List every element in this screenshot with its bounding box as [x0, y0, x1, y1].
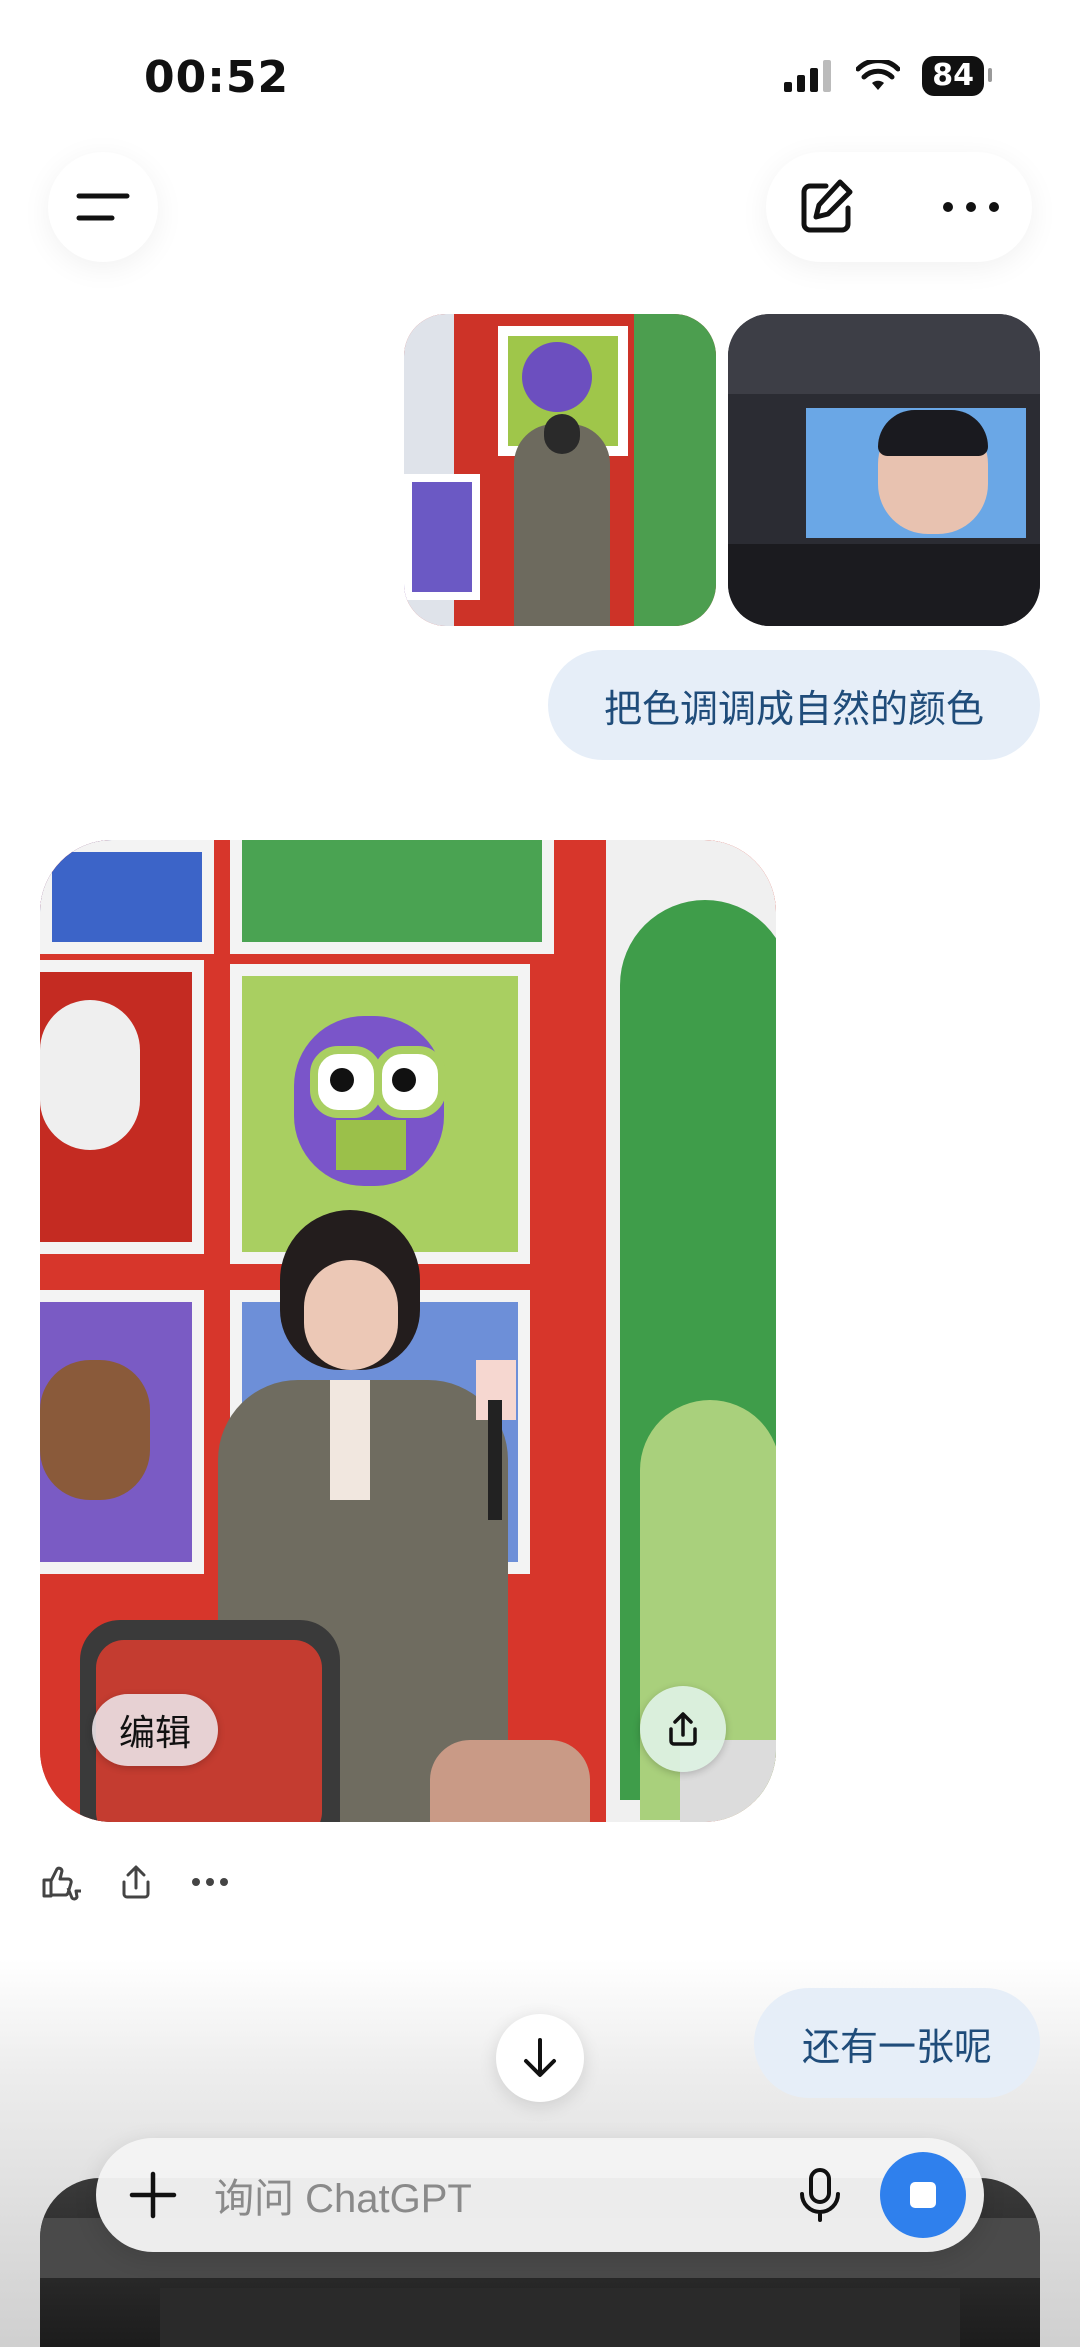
- new-chat-button[interactable]: [796, 176, 858, 238]
- status-icons: 84: [784, 56, 992, 96]
- feedback-button[interactable]: [38, 1858, 86, 1906]
- stop-generation-button[interactable]: [880, 2152, 966, 2238]
- arrow-down-icon: [524, 2038, 556, 2077]
- share-icon: [669, 1712, 697, 1746]
- mic-icon: [800, 2168, 840, 2222]
- uploaded-image-1[interactable]: [404, 314, 716, 626]
- stop-icon: [910, 2182, 936, 2208]
- status-time: 00:52: [144, 52, 290, 103]
- user-message-bubble: 还有一张呢: [754, 1988, 1040, 2098]
- menu-icon: [76, 193, 130, 221]
- battery-indicator: 84: [922, 56, 992, 96]
- more-options-button[interactable]: [938, 188, 1004, 226]
- share-response-button[interactable]: [112, 1858, 160, 1906]
- edit-image-button[interactable]: 编辑: [92, 1694, 218, 1766]
- scroll-down-button[interactable]: [496, 2014, 584, 2102]
- thumbs-icon: [42, 1866, 81, 1901]
- more-icon: [943, 202, 999, 212]
- signal-icon: [784, 60, 832, 92]
- composer-bar: 询问 ChatGPT: [96, 2138, 984, 2252]
- user-message-bubble: 把色调调成自然的颜色: [548, 650, 1040, 760]
- share-image-button[interactable]: [640, 1686, 726, 1772]
- uploaded-image-2[interactable]: [728, 314, 1040, 626]
- voice-input-button[interactable]: [796, 2166, 844, 2224]
- more-icon: [192, 1878, 228, 1886]
- message-input[interactable]: 询问 ChatGPT: [214, 2166, 472, 2224]
- top-actions: [766, 152, 1032, 262]
- wifi-icon: [856, 60, 901, 90]
- generated-image[interactable]: [40, 840, 776, 1822]
- compose-icon: [801, 179, 853, 233]
- plus-icon: [129, 2171, 177, 2219]
- add-attachment-button[interactable]: [126, 2168, 180, 2222]
- response-more-button[interactable]: [186, 1858, 234, 1906]
- menu-button[interactable]: [48, 152, 158, 262]
- share-icon: [122, 1865, 150, 1899]
